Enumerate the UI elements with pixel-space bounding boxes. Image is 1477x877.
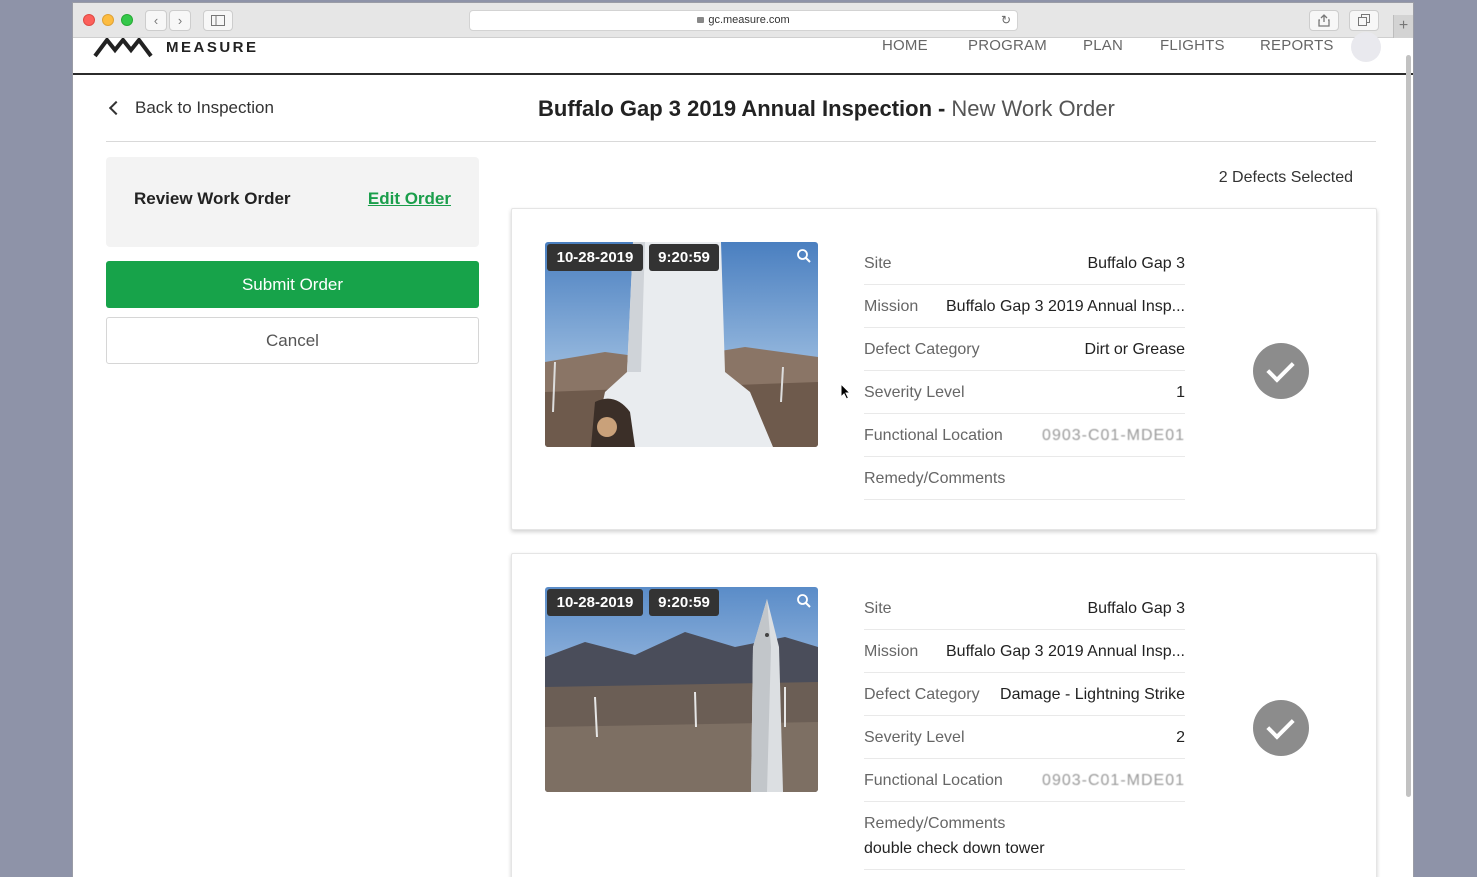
- detail-row-location: Functional Location 0903-C01-MDE01: [864, 414, 1185, 457]
- edit-order-link[interactable]: Edit Order: [368, 189, 451, 209]
- functional-location-label: Functional Location: [864, 427, 1003, 444]
- defects-selected-count: 2 Defects Selected: [1218, 169, 1353, 186]
- share-icon[interactable]: [1309, 10, 1339, 31]
- site-label: Site: [864, 255, 892, 272]
- browser-window: ‹ › gc.measure.com ↻ + MEASURE HOME PROG…: [73, 3, 1413, 877]
- defect-card: 10-28-2019 9:20:59 Site Buffalo Gap 3 Mis…: [511, 553, 1377, 877]
- back-label: Back to Inspection: [135, 98, 274, 117]
- cancel-button[interactable]: Cancel: [106, 317, 479, 364]
- site-label: Site: [864, 600, 892, 617]
- submit-order-button[interactable]: Submit Order: [106, 261, 479, 308]
- site-value: Buffalo Gap 3: [1087, 600, 1185, 617]
- functional-location-label: Functional Location: [864, 772, 1003, 789]
- new-tab-button[interactable]: +: [1393, 15, 1413, 38]
- defect-category-label: Defect Category: [864, 686, 980, 703]
- page-title: Buffalo Gap 3 2019 Annual Inspection - New…: [538, 96, 1115, 122]
- selected-check-icon[interactable]: [1253, 700, 1309, 756]
- close-window-button[interactable]: [83, 14, 95, 26]
- capture-date-badge: 10-28-2019: [547, 589, 643, 616]
- minimize-window-button[interactable]: [102, 14, 114, 26]
- header-divider: [106, 141, 1376, 142]
- vertical-scrollbar[interactable]: [1406, 55, 1411, 797]
- maximize-window-button[interactable]: [121, 14, 133, 26]
- detail-row-severity: Severity Level 1: [864, 371, 1185, 414]
- nav-home[interactable]: HOME: [882, 37, 928, 54]
- severity-label: Severity Level: [864, 729, 965, 746]
- inspection-title: Buffalo Gap 3 2019 Annual Inspection: [538, 96, 933, 121]
- nav-reports[interactable]: REPORTS: [1260, 37, 1334, 54]
- detail-row-category: Defect Category Dirt or Grease: [864, 328, 1185, 371]
- capture-time-badge: 9:20:59: [649, 589, 719, 616]
- detail-row-remedy: Remedy/Comments double check down tower: [864, 802, 1185, 870]
- site-value: Buffalo Gap 3: [1087, 255, 1185, 272]
- detail-row-mission: Mission Buffalo Gap 3 2019 Annual Insp...: [864, 630, 1185, 673]
- page-subtitle: New Work Order: [951, 96, 1115, 121]
- zoom-icon[interactable]: [797, 249, 811, 263]
- mission-label: Mission: [864, 298, 919, 315]
- severity-value: 2: [1176, 729, 1185, 746]
- back-arrow-icon[interactable]: ‹: [145, 10, 167, 31]
- functional-location-value: 0903-C01-MDE01: [1042, 772, 1185, 789]
- remedy-value: double check down tower: [864, 840, 1045, 857]
- defect-card: 10-28-2019 9:20:59 Site Buffalo Gap 3 Mis…: [511, 208, 1377, 530]
- defect-thumbnail[interactable]: 10-28-2019 9:20:59: [545, 242, 818, 447]
- avatar[interactable]: [1351, 32, 1381, 62]
- remedy-label: Remedy/Comments: [864, 470, 1006, 487]
- reload-icon[interactable]: ↻: [1001, 11, 1011, 30]
- chevron-left-icon: [108, 100, 124, 116]
- defect-category-label: Defect Category: [864, 341, 980, 358]
- defect-category-value: Damage - Lightning Strike: [1000, 686, 1185, 703]
- nav-flights[interactable]: FLIGHTS: [1160, 37, 1225, 54]
- turbine-blade-image: [545, 587, 818, 792]
- defect-thumbnail[interactable]: 10-28-2019 9:20:59: [545, 587, 818, 792]
- severity-value: 1: [1176, 384, 1185, 401]
- detail-row-remedy: Remedy/Comments: [864, 457, 1185, 500]
- detail-row-mission: Mission Buffalo Gap 3 2019 Annual Insp...: [864, 285, 1185, 328]
- address-bar[interactable]: gc.measure.com ↻: [469, 10, 1018, 31]
- functional-location-value: 0903-C01-MDE01: [1042, 427, 1185, 444]
- capture-time-badge: 9:20:59: [649, 244, 719, 271]
- capture-date-badge: 10-28-2019: [547, 244, 643, 271]
- mouse-cursor-icon: [840, 383, 852, 400]
- mission-value: Buffalo Gap 3 2019 Annual Insp...: [946, 298, 1185, 315]
- tabs-overview-icon[interactable]: [1349, 10, 1379, 31]
- detail-row-site: Site Buffalo Gap 3: [864, 242, 1185, 285]
- sidebar-toggle-icon[interactable]: [203, 10, 233, 31]
- review-label: Review Work Order: [134, 189, 291, 208]
- nav-program[interactable]: PROGRAM: [968, 37, 1047, 54]
- detail-row-site: Site Buffalo Gap 3: [864, 587, 1185, 630]
- defect-details: Site Buffalo Gap 3 Mission Buffalo Gap 3 2…: [864, 587, 1185, 870]
- lock-icon: [697, 17, 705, 23]
- selected-check-icon[interactable]: [1253, 343, 1309, 399]
- measure-logo-icon[interactable]: [93, 38, 159, 58]
- zoom-icon[interactable]: [797, 594, 811, 608]
- defect-details: Site Buffalo Gap 3 Mission Buffalo Gap 3 2…: [864, 242, 1185, 500]
- review-work-order-panel: Review Work Order Edit Order: [106, 157, 479, 247]
- back-to-inspection-link[interactable]: Back to Inspection: [108, 98, 274, 118]
- browser-toolbar: ‹ › gc.measure.com ↻ +: [73, 3, 1413, 38]
- mission-label: Mission: [864, 643, 919, 660]
- mission-value: Buffalo Gap 3 2019 Annual Insp...: [946, 643, 1185, 660]
- defect-category-value: Dirt or Grease: [1084, 341, 1185, 358]
- app-navbar: MEASURE HOME PROGRAM PLAN FLIGHTS REPORT…: [73, 32, 1413, 75]
- severity-label: Severity Level: [864, 384, 965, 401]
- detail-row-severity: Severity Level 2: [864, 716, 1185, 759]
- forward-arrow-icon[interactable]: ›: [169, 10, 191, 31]
- turbine-nacelle-image: [545, 242, 818, 447]
- logo-text[interactable]: MEASURE: [166, 39, 259, 56]
- remedy-label: Remedy/Comments: [864, 815, 1006, 832]
- nav-plan[interactable]: PLAN: [1083, 37, 1123, 54]
- detail-row-category: Defect Category Damage - Lightning Strike: [864, 673, 1185, 716]
- detail-row-location: Functional Location 0903-C01-MDE01: [864, 759, 1185, 802]
- url-text: gc.measure.com: [708, 14, 790, 26]
- title-separator: -: [938, 96, 946, 121]
